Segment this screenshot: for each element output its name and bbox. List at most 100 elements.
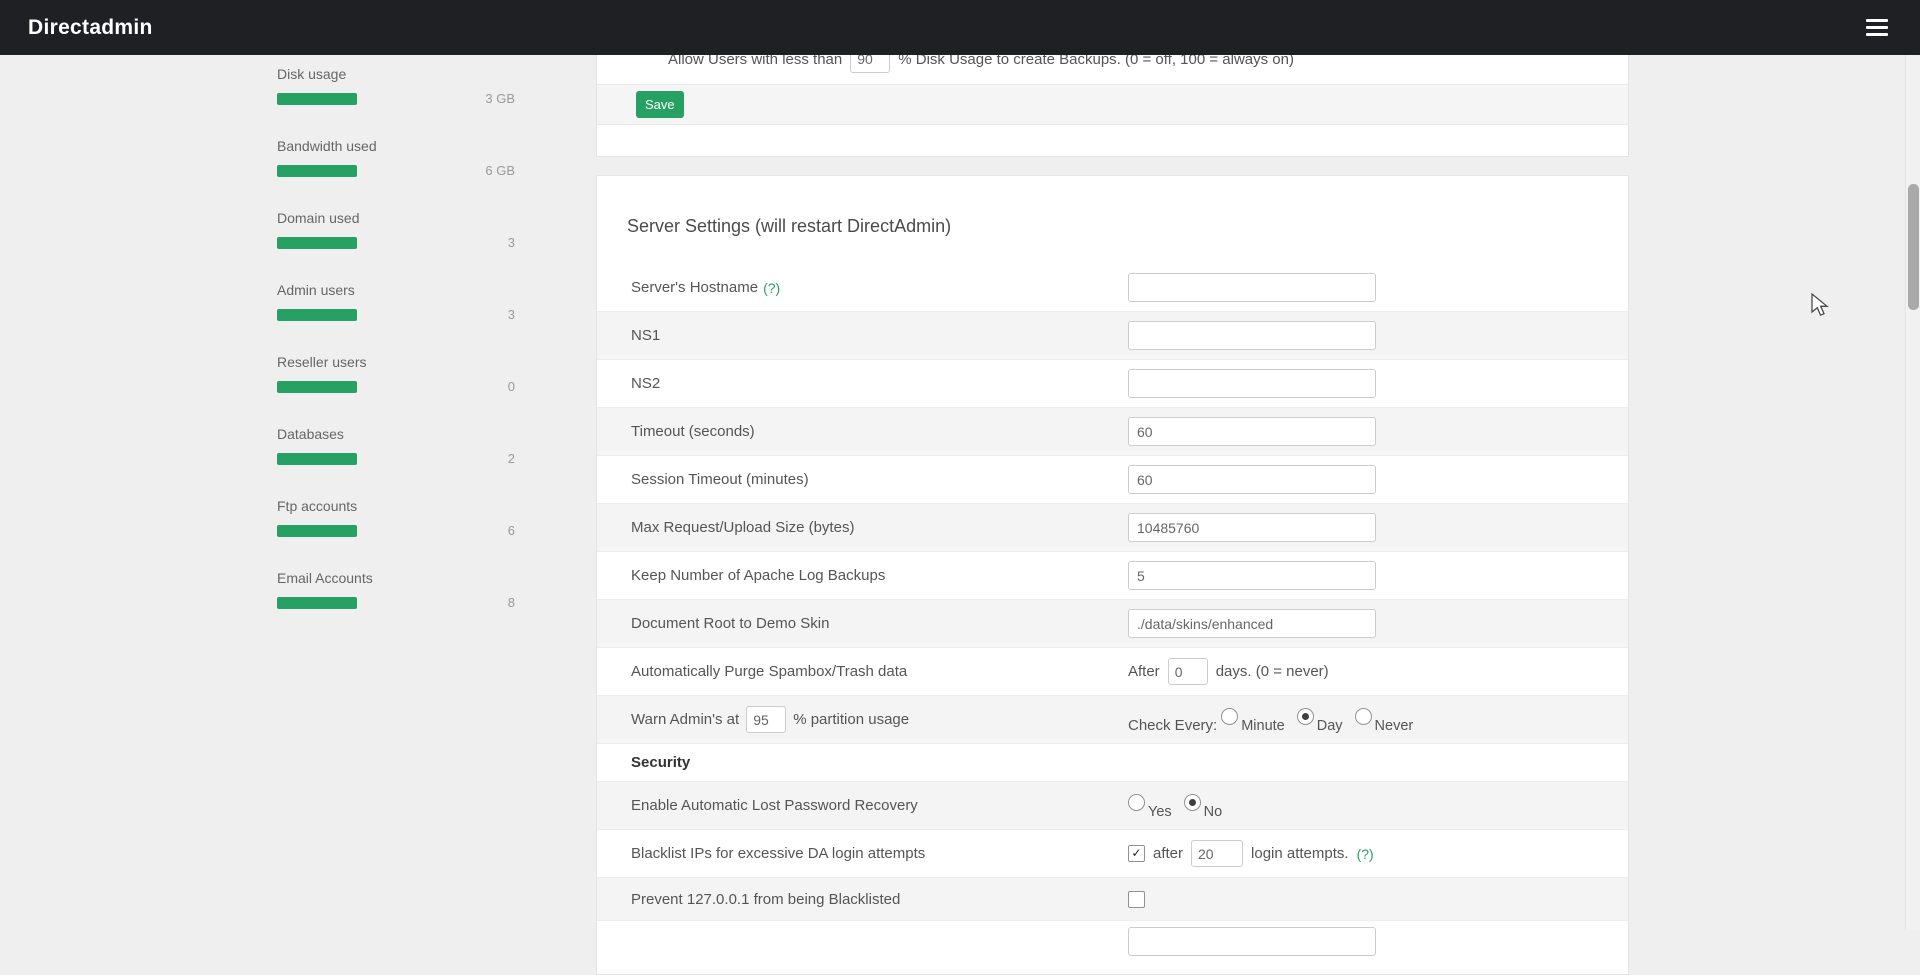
usage-bar	[277, 165, 357, 177]
usage-stat-value: 3	[508, 307, 515, 322]
usage-stat-label: Disk usage	[277, 66, 515, 83]
usage-stat-value: 3 GB	[485, 91, 515, 106]
settings-row-label: Enable Automatic Lost Password Recovery	[631, 797, 1128, 814]
settings-row-partial	[597, 921, 1628, 969]
radio-icon	[1297, 708, 1314, 725]
purge-days-input[interactable]	[1168, 658, 1208, 685]
menu-button[interactable]	[1862, 15, 1892, 40]
usage-bar	[277, 453, 357, 465]
usage-stat-label: Bandwidth used	[277, 138, 515, 155]
prevent-localhost-checkbox[interactable]	[1128, 891, 1145, 908]
blacklist-text-after: login attempts.	[1251, 845, 1349, 862]
usage-stat: Domain used 3	[277, 210, 515, 250]
help-link[interactable]: (?)	[1357, 846, 1374, 862]
section-title: Server Settings (will restart DirectAdmi…	[597, 176, 1628, 264]
radio-icon	[1184, 794, 1201, 811]
help-link[interactable]: (?)	[763, 280, 780, 296]
settings-row: Server's Hostname (?)	[597, 264, 1628, 312]
purge-text-after: days. (0 = never)	[1216, 663, 1329, 680]
blacklist-text-before: after	[1153, 845, 1183, 862]
settings-input[interactable]	[1128, 417, 1376, 446]
settings-row: Keep Number of Apache Log Backups	[597, 552, 1628, 600]
usage-stat: Admin users 3	[277, 282, 515, 322]
purge-text-before: After	[1128, 663, 1160, 680]
blacklist-row: Blacklist IPs for excessive DA login att…	[597, 830, 1628, 878]
server-settings-card: Server Settings (will restart DirectAdmi…	[596, 175, 1629, 975]
settings-input[interactable]	[1128, 273, 1376, 302]
usage-stat-value: 6	[508, 523, 515, 538]
usage-stat-bar-row: 3 GB	[277, 91, 515, 106]
usage-stat-value: 0	[508, 379, 515, 394]
warn-minute-radio[interactable]: Minute	[1221, 711, 1285, 728]
settings-row-label: NS2	[631, 375, 1128, 392]
settings-row-label: Warn Admin's at % partition usage	[631, 706, 1128, 733]
usage-bar	[277, 525, 357, 537]
partial-input[interactable]	[1128, 927, 1376, 956]
warn-partition-input[interactable]	[746, 706, 786, 733]
settings-row-label: Max Request/Upload Size (bytes)	[631, 519, 1128, 536]
hamburger-icon	[1866, 19, 1888, 36]
warn-admins-row: Warn Admin's at % partition usage Check …	[597, 696, 1628, 744]
usage-stat-bar-row: 2	[277, 451, 515, 466]
warn-text-after: % partition usage	[793, 711, 909, 728]
lost-password-yes-radio[interactable]: Yes	[1128, 797, 1172, 814]
mouse-cursor	[1811, 293, 1833, 319]
settings-input[interactable]	[1128, 513, 1376, 542]
settings-row-label: Keep Number of Apache Log Backups	[631, 567, 1128, 584]
settings-input[interactable]	[1128, 321, 1376, 350]
settings-row: Session Timeout (minutes)	[597, 456, 1628, 504]
usage-stat-bar-row: 0	[277, 379, 515, 394]
usage-stat: Reseller users 0	[277, 354, 515, 394]
settings-row-label: Blacklist IPs for excessive DA login att…	[631, 845, 1128, 862]
settings-input[interactable]	[1128, 609, 1376, 638]
usage-stat-label: Reseller users	[277, 354, 515, 371]
security-section-header: Security	[597, 744, 1628, 782]
warn-never-radio[interactable]: Never	[1355, 711, 1414, 728]
blacklist-attempts-input[interactable]	[1191, 840, 1243, 867]
usage-stat: Email Accounts 8	[277, 570, 515, 610]
usage-stat-label: Databases	[277, 426, 515, 443]
usage-stat-label: Admin users	[277, 282, 515, 299]
scrollbar-thumb[interactable]	[1908, 184, 1919, 310]
prevent-blacklist-row: Prevent 127.0.0.1 from being Blacklisted	[597, 878, 1628, 921]
usage-stat-bar-row: 6	[277, 523, 515, 538]
usage-stats: Disk usage 3 GB Bandwidth used 6 GB Doma…	[277, 66, 515, 642]
usage-stat: Databases 2	[277, 426, 515, 466]
settings-row-label: Automatically Purge Spambox/Trash data	[631, 663, 1128, 680]
settings-row: NS2	[597, 360, 1628, 408]
usage-bar	[277, 93, 357, 105]
settings-input[interactable]	[1128, 369, 1376, 398]
save-button[interactable]: Save	[636, 91, 684, 118]
scrollbar-track[interactable]	[1905, 55, 1920, 930]
lost-password-recovery-row: Enable Automatic Lost Password Recovery …	[597, 782, 1628, 830]
settings-row-label: Server's Hostname (?)	[631, 279, 1128, 296]
settings-input[interactable]	[1128, 561, 1376, 590]
usage-stat-value: 2	[508, 451, 515, 466]
settings-rows: Server's Hostname (?) NS1 NS2 Timeout (s…	[597, 264, 1628, 648]
app-logo[interactable]: Directadmin	[28, 16, 153, 40]
usage-stat-bar-row: 8	[277, 595, 515, 610]
usage-stat-label: Ftp accounts	[277, 498, 515, 515]
settings-input[interactable]	[1128, 465, 1376, 494]
settings-row: Max Request/Upload Size (bytes)	[597, 504, 1628, 552]
usage-stat: Disk usage 3 GB	[277, 66, 515, 106]
usage-stat-bar-row: 6 GB	[277, 163, 515, 178]
usage-stat-value: 3	[508, 235, 515, 250]
usage-stat: Bandwidth used 6 GB	[277, 138, 515, 178]
lost-password-no-radio[interactable]: No	[1184, 797, 1223, 814]
blacklist-enable-checkbox[interactable]	[1128, 845, 1145, 862]
usage-bar	[277, 597, 357, 609]
settings-row-label: Prevent 127.0.0.1 from being Blacklisted	[631, 891, 1128, 908]
check-every-label: Check Every:	[1128, 717, 1217, 734]
settings-row-label: Session Timeout (minutes)	[631, 471, 1128, 488]
usage-stat-label: Email Accounts	[277, 570, 515, 587]
usage-stat-value: 8	[508, 595, 515, 610]
usage-bar	[277, 381, 357, 393]
usage-stat-bar-row: 3	[277, 235, 515, 250]
radio-icon	[1355, 708, 1372, 725]
warn-text-before: Warn Admin's at	[631, 711, 739, 728]
usage-bar	[277, 237, 357, 249]
settings-row: Document Root to Demo Skin	[597, 600, 1628, 648]
usage-bar	[277, 309, 357, 321]
warn-day-radio[interactable]: Day	[1297, 711, 1343, 728]
